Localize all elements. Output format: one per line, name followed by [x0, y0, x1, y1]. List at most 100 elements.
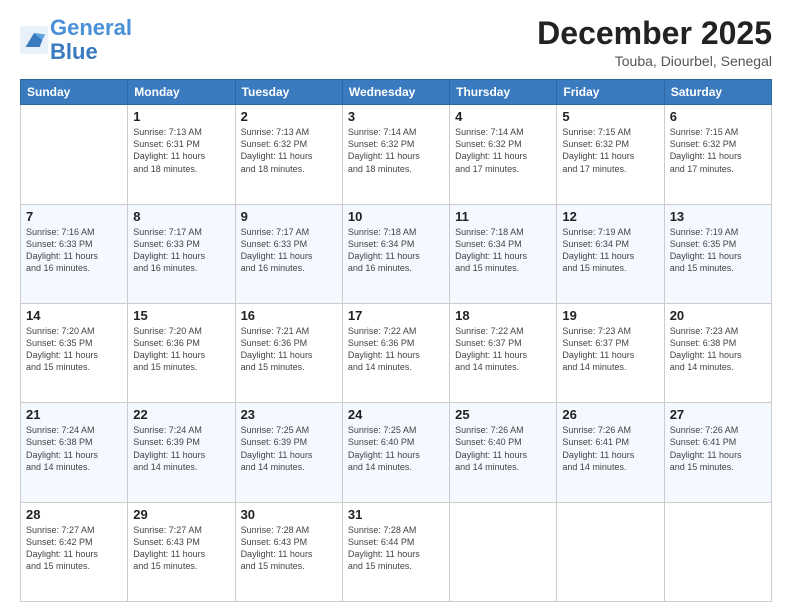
table-row: 6Sunrise: 7:15 AM Sunset: 6:32 PM Daylig…	[664, 105, 771, 204]
day-info: Sunrise: 7:13 AM Sunset: 6:32 PM Dayligh…	[241, 126, 337, 175]
col-thursday: Thursday	[450, 80, 557, 105]
col-wednesday: Wednesday	[342, 80, 449, 105]
table-row: 12 Sunrise: 7:19 AM Sunset: 6:34 PM Dayli…	[557, 204, 664, 303]
table-row: 1 Sunrise: 7:13 AM Sunset: 6:31 PM Daylig…	[128, 105, 235, 204]
table-row: 28 Sunrise: 7:27 AM Sunset: 6:42 PM Dayli…	[21, 502, 128, 601]
day-info: Sunrise: 7:20 AM Sunset: 6:36 PM Dayligh…	[133, 325, 229, 374]
table-row: 8 Sunrise: 7:17 AM Sunset: 6:33 PM Daylig…	[128, 204, 235, 303]
day-info: Sunrise: 7:22 AM Sunset: 6:36 PM Dayligh…	[348, 325, 444, 374]
day-number: 10	[348, 209, 444, 224]
day-info: Sunrise: 7:21 AM Sunset: 6:36 PM Dayligh…	[241, 325, 337, 374]
day-info: Sunrise: 7:24 AM Sunset: 6:39 PM Dayligh…	[133, 424, 229, 473]
day-number: 1	[133, 109, 229, 124]
day-info: Sunrise: 7:26 AM Sunset: 6:41 PM Dayligh…	[670, 424, 766, 473]
day-number: 16	[241, 308, 337, 323]
title-block: December 2025 Touba, Diourbel, Senegal	[537, 16, 772, 69]
day-number: 30	[241, 507, 337, 522]
day-info: Sunrise: 7:19 AM Sunset: 6:35 PM Dayligh…	[670, 226, 766, 275]
table-row: 30 Sunrise: 7:28 AM Sunset: 6:43 PM Dayli…	[235, 502, 342, 601]
logo-text: General Blue	[50, 16, 132, 64]
calendar-title: December 2025	[537, 16, 772, 51]
table-row: 16 Sunrise: 7:21 AM Sunset: 6:36 PM Dayli…	[235, 303, 342, 402]
day-info: Sunrise: 7:13 AM Sunset: 6:31 PM Dayligh…	[133, 126, 229, 175]
table-row	[664, 502, 771, 601]
table-row: 24Sunrise: 7:25 AM Sunset: 6:40 PM Dayli…	[342, 403, 449, 502]
col-monday: Monday	[128, 80, 235, 105]
day-number: 12	[562, 209, 658, 224]
day-info: Sunrise: 7:23 AM Sunset: 6:38 PM Dayligh…	[670, 325, 766, 374]
col-sunday: Sunday	[21, 80, 128, 105]
day-number: 14	[26, 308, 122, 323]
day-info: Sunrise: 7:23 AM Sunset: 6:37 PM Dayligh…	[562, 325, 658, 374]
table-row: 26 Sunrise: 7:26 AM Sunset: 6:41 PM Dayli…	[557, 403, 664, 502]
table-row: 29 Sunrise: 7:27 AM Sunset: 6:43 PM Dayli…	[128, 502, 235, 601]
day-info: Sunrise: 7:18 AM Sunset: 6:34 PM Dayligh…	[455, 226, 551, 275]
table-row	[557, 502, 664, 601]
col-friday: Friday	[557, 80, 664, 105]
table-row: 14Sunrise: 7:20 AM Sunset: 6:35 PM Dayli…	[21, 303, 128, 402]
day-info: Sunrise: 7:25 AM Sunset: 6:40 PM Dayligh…	[348, 424, 444, 473]
day-info: Sunrise: 7:25 AM Sunset: 6:39 PM Dayligh…	[241, 424, 337, 473]
day-number: 7	[26, 209, 122, 224]
logo-line2: Blue	[50, 39, 98, 64]
table-row: 15 Sunrise: 7:20 AM Sunset: 6:36 PM Dayli…	[128, 303, 235, 402]
day-number: 21	[26, 407, 122, 422]
day-number: 5	[562, 109, 658, 124]
generalblue-icon	[20, 26, 48, 54]
day-info: Sunrise: 7:17 AM Sunset: 6:33 PM Dayligh…	[133, 226, 229, 275]
day-info: Sunrise: 7:19 AM Sunset: 6:34 PM Dayligh…	[562, 226, 658, 275]
table-row: 17 Sunrise: 7:22 AM Sunset: 6:36 PM Dayli…	[342, 303, 449, 402]
day-number: 2	[241, 109, 337, 124]
day-number: 23	[241, 407, 337, 422]
table-row: 11 Sunrise: 7:18 AM Sunset: 6:34 PM Dayli…	[450, 204, 557, 303]
table-row: 23 Sunrise: 7:25 AM Sunset: 6:39 PM Dayli…	[235, 403, 342, 502]
day-info: Sunrise: 7:26 AM Sunset: 6:41 PM Dayligh…	[562, 424, 658, 473]
day-number: 8	[133, 209, 229, 224]
day-number: 4	[455, 109, 551, 124]
day-info: Sunrise: 7:24 AM Sunset: 6:38 PM Dayligh…	[26, 424, 122, 473]
table-row: 31Sunrise: 7:28 AM Sunset: 6:44 PM Dayli…	[342, 502, 449, 601]
day-number: 28	[26, 507, 122, 522]
table-row: 2 Sunrise: 7:13 AM Sunset: 6:32 PM Daylig…	[235, 105, 342, 204]
table-row: 4Sunrise: 7:14 AM Sunset: 6:32 PM Daylig…	[450, 105, 557, 204]
day-info: Sunrise: 7:28 AM Sunset: 6:44 PM Dayligh…	[348, 524, 444, 573]
day-info: Sunrise: 7:26 AM Sunset: 6:40 PM Dayligh…	[455, 424, 551, 473]
page: General Blue December 2025 Touba, Diourb…	[0, 0, 792, 612]
calendar-week-row: 28 Sunrise: 7:27 AM Sunset: 6:42 PM Dayli…	[21, 502, 772, 601]
logo-line1: General	[50, 15, 132, 40]
day-number: 27	[670, 407, 766, 422]
logo: General Blue	[20, 16, 132, 64]
day-number: 3	[348, 109, 444, 124]
table-row: 13 Sunrise: 7:19 AM Sunset: 6:35 PM Dayli…	[664, 204, 771, 303]
table-row: 27 Sunrise: 7:26 AM Sunset: 6:41 PM Dayli…	[664, 403, 771, 502]
col-tuesday: Tuesday	[235, 80, 342, 105]
day-number: 15	[133, 308, 229, 323]
day-number: 25	[455, 407, 551, 422]
table-row: 19Sunrise: 7:23 AM Sunset: 6:37 PM Dayli…	[557, 303, 664, 402]
day-info: Sunrise: 7:15 AM Sunset: 6:32 PM Dayligh…	[562, 126, 658, 175]
header-row: Sunday Monday Tuesday Wednesday Thursday…	[21, 80, 772, 105]
table-row: 21 Sunrise: 7:24 AM Sunset: 6:38 PM Dayli…	[21, 403, 128, 502]
day-number: 6	[670, 109, 766, 124]
day-number: 20	[670, 308, 766, 323]
day-info: Sunrise: 7:27 AM Sunset: 6:43 PM Dayligh…	[133, 524, 229, 573]
day-number: 17	[348, 308, 444, 323]
day-number: 13	[670, 209, 766, 224]
day-number: 11	[455, 209, 551, 224]
day-number: 29	[133, 507, 229, 522]
header: General Blue December 2025 Touba, Diourb…	[20, 16, 772, 69]
table-row: 3Sunrise: 7:14 AM Sunset: 6:32 PM Daylig…	[342, 105, 449, 204]
table-row: 10Sunrise: 7:18 AM Sunset: 6:34 PM Dayli…	[342, 204, 449, 303]
calendar-week-row: 7Sunrise: 7:16 AM Sunset: 6:33 PM Daylig…	[21, 204, 772, 303]
day-info: Sunrise: 7:28 AM Sunset: 6:43 PM Dayligh…	[241, 524, 337, 573]
table-row: 22Sunrise: 7:24 AM Sunset: 6:39 PM Dayli…	[128, 403, 235, 502]
calendar-table: Sunday Monday Tuesday Wednesday Thursday…	[20, 79, 772, 602]
day-number: 18	[455, 308, 551, 323]
col-saturday: Saturday	[664, 80, 771, 105]
calendar-subtitle: Touba, Diourbel, Senegal	[537, 53, 772, 69]
day-info: Sunrise: 7:27 AM Sunset: 6:42 PM Dayligh…	[26, 524, 122, 573]
day-number: 26	[562, 407, 658, 422]
table-row: 18Sunrise: 7:22 AM Sunset: 6:37 PM Dayli…	[450, 303, 557, 402]
calendar-week-row: 1 Sunrise: 7:13 AM Sunset: 6:31 PM Daylig…	[21, 105, 772, 204]
table-row	[450, 502, 557, 601]
